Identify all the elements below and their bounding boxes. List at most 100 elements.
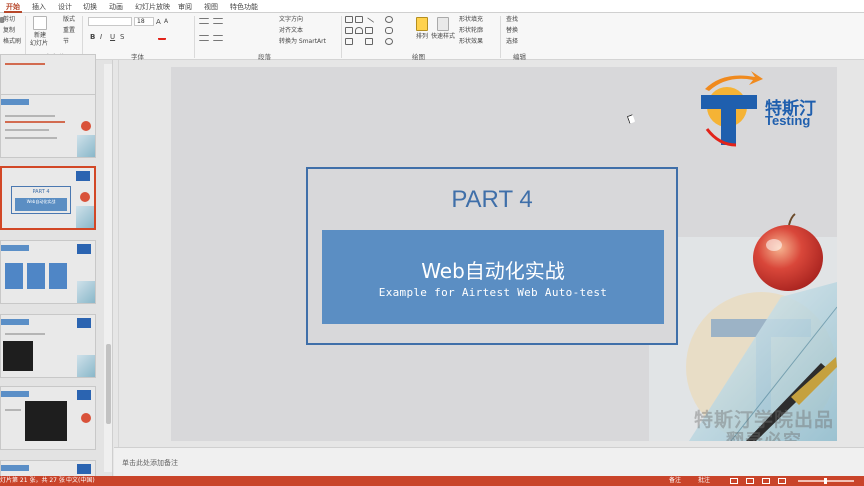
normal-view-icon[interactable]: [730, 478, 738, 484]
shapes-gallery[interactable]: [345, 16, 409, 48]
oval-shape-icon[interactable]: [385, 38, 393, 45]
align-center-icon[interactable]: [213, 35, 223, 41]
bold-button[interactable]: B: [90, 33, 95, 41]
drawing-group-label: 绘图: [412, 53, 425, 61]
replace-button[interactable]: 替换: [506, 27, 518, 35]
thumbnail-frame: PART 4 Web自动化实战: [11, 186, 71, 214]
thumbnail-part: PART 4: [32, 189, 50, 195]
triangle-shape-icon[interactable]: [355, 27, 363, 34]
thumbnail-image: [77, 135, 95, 157]
thumbnail-text: [5, 121, 65, 123]
font-name-box[interactable]: [88, 17, 132, 26]
align-left-icon[interactable]: [199, 35, 209, 41]
slide-thumbnail[interactable]: [0, 240, 96, 304]
scrollbar-thumb[interactable]: [106, 344, 111, 424]
thumbnail-logo: [77, 244, 91, 254]
numbering-icon[interactable]: [213, 18, 223, 24]
slide-thumbnail[interactable]: [0, 386, 96, 450]
rectangle-shape-icon[interactable]: [345, 38, 353, 45]
new-slide-button-label: 幻灯片: [30, 40, 49, 47]
format-painter-button[interactable]: 格式刷: [3, 38, 21, 46]
thumbnail-screenshot: [3, 341, 33, 371]
notes-toggle-button[interactable]: 备注: [669, 477, 681, 485]
rounded-rectangle-shape-icon[interactable]: [385, 27, 393, 34]
quick-styles-button[interactable]: 快速样式: [431, 33, 455, 41]
find-button[interactable]: 查找: [506, 16, 518, 24]
thumbnail-text: [5, 129, 49, 131]
tab-animations[interactable]: 动画: [107, 2, 125, 13]
group-separator: [25, 16, 26, 58]
section-button[interactable]: 节: [63, 38, 69, 46]
thumbnail-logo: [77, 390, 91, 400]
tab-home[interactable]: 开始: [4, 2, 22, 13]
tab-special-features[interactable]: 特色功能: [228, 2, 260, 13]
shape-outline-button[interactable]: 形状轮廓: [459, 27, 483, 35]
thumbnail-text: [5, 409, 21, 411]
shrink-font-button[interactable]: A: [164, 18, 168, 26]
tab-transitions[interactable]: 切换: [81, 2, 99, 13]
slide-thumbnail-active[interactable]: PART 4 Web自动化实战: [0, 166, 96, 230]
slide-title: Web自动化实战: [421, 259, 565, 283]
select-button[interactable]: 选择: [506, 38, 518, 46]
thumbnail-image: [77, 355, 95, 377]
strikethrough-button[interactable]: S: [120, 33, 124, 41]
thumbnail-logo: [76, 171, 90, 181]
group-separator: [500, 16, 501, 58]
language-indicator[interactable]: 中文(中国): [66, 477, 95, 485]
title-band[interactable]: Web自动化实战 Example for Airtest Web Auto-te…: [322, 230, 664, 324]
notes-placeholder[interactable]: 单击此处添加备注: [122, 458, 178, 468]
underline-button[interactable]: U: [110, 33, 115, 41]
oval-shape-icon[interactable]: [385, 16, 393, 23]
shape-fill-button[interactable]: 形状填充: [459, 16, 483, 24]
rectangle-shape-icon[interactable]: [365, 38, 373, 45]
grow-font-button[interactable]: A: [156, 18, 161, 26]
comments-toggle-button[interactable]: 批注: [698, 477, 710, 485]
thumbnail-block: [27, 263, 45, 289]
slide-sorter-icon[interactable]: [746, 478, 754, 484]
thumbnail-image: [81, 121, 91, 131]
slideshow-icon[interactable]: [778, 478, 786, 484]
tab-design[interactable]: 设计: [56, 2, 74, 13]
thumbnail-block: [49, 263, 67, 289]
layout-button[interactable]: 版式: [63, 16, 75, 24]
tab-review[interactable]: 审阅: [176, 2, 194, 13]
cut-button[interactable]: 剪切: [3, 16, 15, 24]
pane-divider[interactable]: [118, 60, 119, 476]
thumbnail-screenshot: [25, 401, 67, 441]
zoom-slider-knob[interactable]: [824, 478, 827, 484]
slide-canvas[interactable]: 特斯汀 Testing PART 4 Web自动化实战 Example for …: [171, 67, 837, 441]
rectangle-shape-icon[interactable]: [355, 16, 363, 23]
rectangle-shape-icon[interactable]: [345, 16, 353, 23]
thumbnail-image: [81, 413, 91, 423]
thumbnail-image: [77, 281, 95, 303]
align-text-button[interactable]: 对齐文本: [279, 27, 303, 35]
arrange-button[interactable]: 排列: [416, 33, 428, 41]
watermark-text: 翻录必究: [726, 427, 802, 441]
rectangle-shape-icon[interactable]: [345, 27, 353, 34]
thumbnail-text: [5, 63, 45, 65]
rectangle-shape-icon[interactable]: [365, 27, 373, 34]
ribbon: 剪切 复制 格式刷 新建 幻灯片 版式 重置 节 幻灯片 18 A A B I …: [0, 13, 864, 61]
slide-count: 幻灯片第 21 张，共 27 张: [0, 477, 65, 484]
thumbnail-logo: [77, 464, 91, 474]
reset-button[interactable]: 重置: [63, 27, 75, 35]
thumbnail-text: [5, 115, 55, 117]
text-direction-button[interactable]: 文字方向: [279, 16, 303, 24]
font-size-box[interactable]: 18: [134, 17, 154, 26]
tab-slideshow[interactable]: 幻灯片放映: [133, 2, 172, 13]
shape-effects-button[interactable]: 形状效果: [459, 38, 483, 46]
tab-insert[interactable]: 插入: [30, 2, 48, 13]
copy-button[interactable]: 复制: [3, 27, 15, 35]
font-color-icon[interactable]: [158, 34, 166, 40]
quick-styles-icon: [437, 17, 449, 31]
notes-pane[interactable]: 单击此处添加备注: [114, 447, 864, 476]
tab-view[interactable]: 视图: [202, 2, 220, 13]
slide-thumbnail[interactable]: [0, 94, 96, 158]
slide-thumbnail[interactable]: [0, 314, 96, 378]
italic-button[interactable]: I: [100, 33, 102, 41]
reading-view-icon[interactable]: [762, 478, 770, 484]
convert-smartart-button[interactable]: 转换为 SmartArt: [279, 38, 326, 46]
new-slide-button[interactable]: 新建: [34, 32, 46, 40]
bullets-icon[interactable]: [199, 18, 209, 24]
section-frame[interactable]: PART 4 Web自动化实战 Example for Airtest Web …: [306, 167, 678, 345]
